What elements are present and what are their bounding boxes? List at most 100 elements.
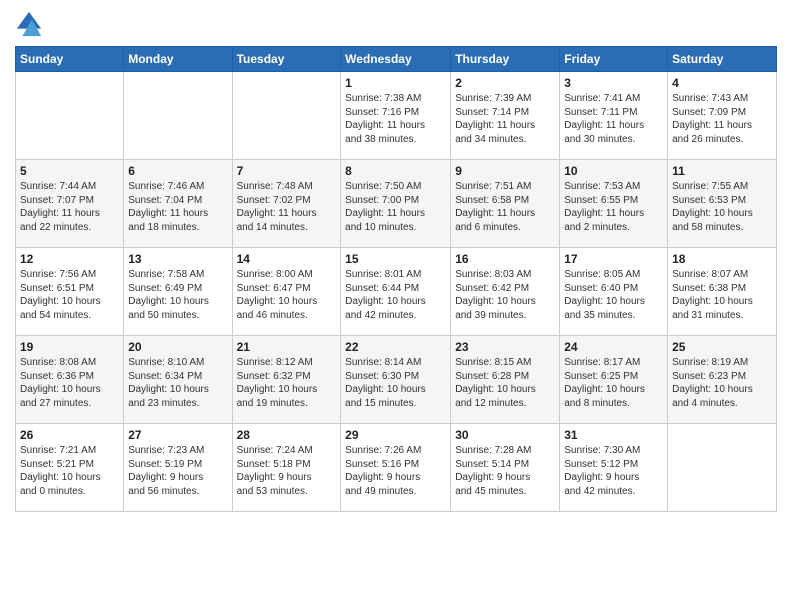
day-info: Sunrise: 8:03 AMSunset: 6:42 PMDaylight:…: [455, 268, 555, 322]
day-number: 20: [128, 340, 227, 354]
weekday-header-friday: Friday: [560, 47, 668, 72]
day-number: 5: [20, 164, 119, 178]
calendar-week-4: 19 Sunrise: 8:08 AMSunset: 6:36 PMDayligh…: [16, 336, 777, 424]
day-info: Sunrise: 7:50 AMSunset: 7:00 PMDaylight:…: [345, 180, 446, 234]
calendar-cell: 30 Sunrise: 7:28 AMSunset: 5:14 PMDayligh…: [451, 424, 560, 512]
day-number: 13: [128, 252, 227, 266]
day-number: 14: [237, 252, 337, 266]
day-info: Sunrise: 7:44 AMSunset: 7:07 PMDaylight:…: [20, 180, 119, 234]
day-number: 27: [128, 428, 227, 442]
calendar-cell: 10 Sunrise: 7:53 AMSunset: 6:55 PMDayligh…: [560, 160, 668, 248]
page: SundayMondayTuesdayWednesdayThursdayFrid…: [0, 0, 792, 612]
day-number: 10: [564, 164, 663, 178]
calendar-cell: 20Sunrise: 8:10 AMSunset: 6:34 PMDayligh…: [124, 336, 232, 424]
day-info: Sunrise: 7:55 AMSunset: 6:53 PMDaylight:…: [672, 180, 772, 234]
day-number: 25: [672, 340, 772, 354]
calendar-cell: 28 Sunrise: 7:24 AMSunset: 5:18 PMDayligh…: [232, 424, 341, 512]
calendar-cell: [232, 72, 341, 160]
day-number: 3: [564, 76, 663, 90]
day-info: Sunrise: 7:43 AMSunset: 7:09 PMDaylight:…: [672, 92, 772, 146]
weekday-header-sunday: Sunday: [16, 47, 124, 72]
day-number: 24: [564, 340, 663, 354]
day-info: Sunrise: 7:46 AMSunset: 7:04 PMDaylight:…: [128, 180, 227, 234]
calendar-cell: 18Sunrise: 8:07 AMSunset: 6:38 PMDayligh…: [668, 248, 777, 336]
calendar-cell: 15Sunrise: 8:01 AMSunset: 6:44 PMDayligh…: [341, 248, 451, 336]
calendar-cell: 23Sunrise: 8:15 AMSunset: 6:28 PMDayligh…: [451, 336, 560, 424]
calendar-cell: 21 Sunrise: 8:12 AMSunset: 6:32 PMDayligh…: [232, 336, 341, 424]
day-number: 26: [20, 428, 119, 442]
weekday-header-saturday: Saturday: [668, 47, 777, 72]
weekday-header-thursday: Thursday: [451, 47, 560, 72]
calendar-cell: 26 Sunrise: 7:21 AMSunset: 5:21 PMDayligh…: [16, 424, 124, 512]
day-number: 21: [237, 340, 337, 354]
calendar-cell: 14 Sunrise: 8:00 AMSunset: 6:47 PMDayligh…: [232, 248, 341, 336]
day-info: Sunrise: 8:12 AMSunset: 6:32 PMDaylight:…: [237, 356, 337, 410]
day-number: 18: [672, 252, 772, 266]
header: [15, 10, 777, 38]
day-info: Sunrise: 8:05 AMSunset: 6:40 PMDaylight:…: [564, 268, 663, 322]
calendar-body: 1 Sunrise: 7:38 AMSunset: 7:16 PMDaylight…: [16, 72, 777, 512]
logo: [15, 10, 47, 38]
day-number: 31: [564, 428, 663, 442]
calendar-cell: 1 Sunrise: 7:38 AMSunset: 7:16 PMDaylight…: [341, 72, 451, 160]
calendar-cell: 13 Sunrise: 7:58 AMSunset: 6:49 PMDayligh…: [124, 248, 232, 336]
day-info: Sunrise: 7:21 AMSunset: 5:21 PMDaylight:…: [20, 444, 119, 498]
calendar-week-3: 12 Sunrise: 7:56 AMSunset: 6:51 PMDayligh…: [16, 248, 777, 336]
day-number: 19: [20, 340, 119, 354]
calendar-header: SundayMondayTuesdayWednesdayThursdayFrid…: [16, 47, 777, 72]
day-number: 22: [345, 340, 446, 354]
day-info: Sunrise: 7:28 AMSunset: 5:14 PMDaylight:…: [455, 444, 555, 498]
calendar-cell: 6 Sunrise: 7:46 AMSunset: 7:04 PMDaylight…: [124, 160, 232, 248]
calendar-cell: 22 Sunrise: 8:14 AMSunset: 6:30 PMDayligh…: [341, 336, 451, 424]
day-info: Sunrise: 7:30 AMSunset: 5:12 PMDaylight:…: [564, 444, 663, 498]
day-info: Sunrise: 7:38 AMSunset: 7:16 PMDaylight:…: [345, 92, 446, 146]
calendar-cell: [124, 72, 232, 160]
day-number: 7: [237, 164, 337, 178]
day-info: Sunrise: 7:41 AMSunset: 7:11 PMDaylight:…: [564, 92, 663, 146]
day-info: Sunrise: 8:19 AMSunset: 6:23 PMDaylight:…: [672, 356, 772, 410]
day-info: Sunrise: 7:26 AMSunset: 5:16 PMDaylight:…: [345, 444, 446, 498]
calendar-cell: 5 Sunrise: 7:44 AMSunset: 7:07 PMDaylight…: [16, 160, 124, 248]
calendar-cell: 19 Sunrise: 8:08 AMSunset: 6:36 PMDayligh…: [16, 336, 124, 424]
day-info: Sunrise: 7:58 AMSunset: 6:49 PMDaylight:…: [128, 268, 227, 322]
day-info: Sunrise: 8:00 AMSunset: 6:47 PMDaylight:…: [237, 268, 337, 322]
day-info: Sunrise: 7:24 AMSunset: 5:18 PMDaylight:…: [237, 444, 337, 498]
day-number: 17: [564, 252, 663, 266]
calendar-cell: 7 Sunrise: 7:48 AMSunset: 7:02 PMDaylight…: [232, 160, 341, 248]
calendar-week-5: 26 Sunrise: 7:21 AMSunset: 5:21 PMDayligh…: [16, 424, 777, 512]
weekday-header-tuesday: Tuesday: [232, 47, 341, 72]
calendar-cell: 8Sunrise: 7:50 AMSunset: 7:00 PMDaylight…: [341, 160, 451, 248]
day-info: Sunrise: 7:56 AMSunset: 6:51 PMDaylight:…: [20, 268, 119, 322]
day-info: Sunrise: 7:39 AMSunset: 7:14 PMDaylight:…: [455, 92, 555, 146]
weekday-header-row: SundayMondayTuesdayWednesdayThursdayFrid…: [16, 47, 777, 72]
calendar-cell: 3 Sunrise: 7:41 AMSunset: 7:11 PMDaylight…: [560, 72, 668, 160]
day-info: Sunrise: 8:08 AMSunset: 6:36 PMDaylight:…: [20, 356, 119, 410]
day-number: 2: [455, 76, 555, 90]
day-number: 12: [20, 252, 119, 266]
day-number: 11: [672, 164, 772, 178]
calendar-week-1: 1 Sunrise: 7:38 AMSunset: 7:16 PMDaylight…: [16, 72, 777, 160]
day-number: 16: [455, 252, 555, 266]
day-info: Sunrise: 8:01 AMSunset: 6:44 PMDaylight:…: [345, 268, 446, 322]
day-number: 30: [455, 428, 555, 442]
calendar-cell: 31 Sunrise: 7:30 AMSunset: 5:12 PMDayligh…: [560, 424, 668, 512]
calendar-cell: 16 Sunrise: 8:03 AMSunset: 6:42 PMDayligh…: [451, 248, 560, 336]
day-info: Sunrise: 7:51 AMSunset: 6:58 PMDaylight:…: [455, 180, 555, 234]
day-info: Sunrise: 7:53 AMSunset: 6:55 PMDaylight:…: [564, 180, 663, 234]
day-info: Sunrise: 8:17 AMSunset: 6:25 PMDaylight:…: [564, 356, 663, 410]
calendar-cell: 12 Sunrise: 7:56 AMSunset: 6:51 PMDayligh…: [16, 248, 124, 336]
calendar-cell: 27Sunrise: 7:23 AMSunset: 5:19 PMDayligh…: [124, 424, 232, 512]
day-number: 1: [345, 76, 446, 90]
day-info: Sunrise: 8:14 AMSunset: 6:30 PMDaylight:…: [345, 356, 446, 410]
day-number: 6: [128, 164, 227, 178]
calendar-cell: 11 Sunrise: 7:55 AMSunset: 6:53 PMDayligh…: [668, 160, 777, 248]
calendar-cell: 4Sunrise: 7:43 AMSunset: 7:09 PMDaylight…: [668, 72, 777, 160]
calendar-cell: 2 Sunrise: 7:39 AMSunset: 7:14 PMDaylight…: [451, 72, 560, 160]
day-info: Sunrise: 7:48 AMSunset: 7:02 PMDaylight:…: [237, 180, 337, 234]
day-number: 28: [237, 428, 337, 442]
calendar-week-2: 5 Sunrise: 7:44 AMSunset: 7:07 PMDaylight…: [16, 160, 777, 248]
calendar-cell: 24 Sunrise: 8:17 AMSunset: 6:25 PMDayligh…: [560, 336, 668, 424]
calendar-table: SundayMondayTuesdayWednesdayThursdayFrid…: [15, 46, 777, 512]
day-number: 23: [455, 340, 555, 354]
weekday-header-monday: Monday: [124, 47, 232, 72]
